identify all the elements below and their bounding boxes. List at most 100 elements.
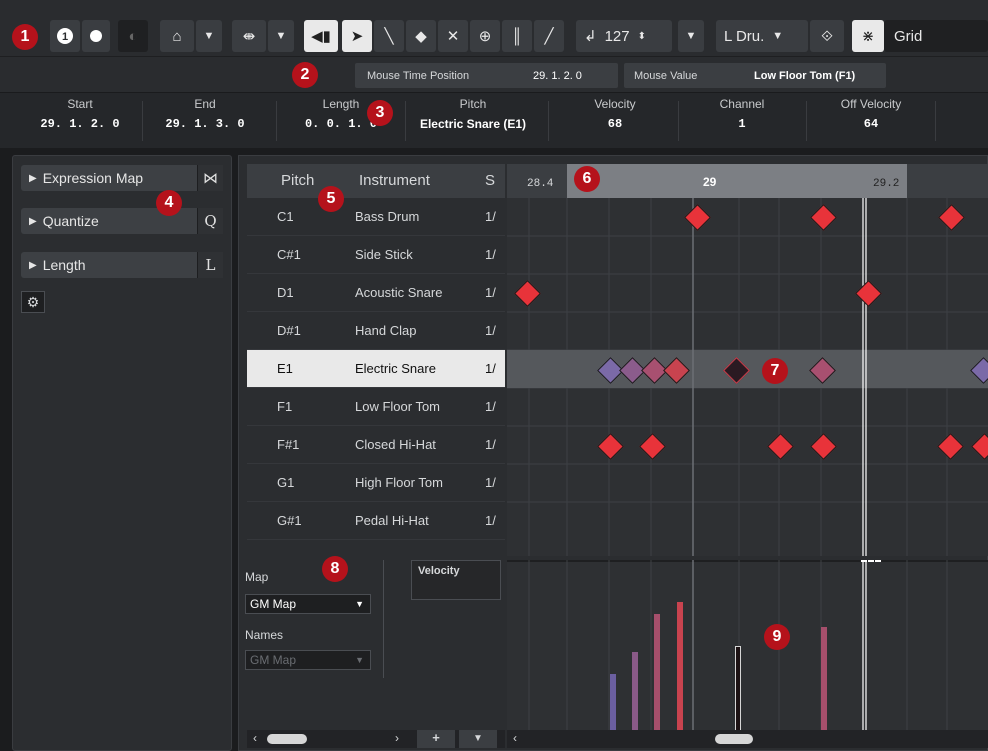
- velocity-bar-selected[interactable]: [735, 646, 741, 732]
- drum-row[interactable]: C1 Bass Drum 1/: [247, 198, 505, 236]
- list-scrollbar[interactable]: ‹ › + ▼: [247, 730, 505, 748]
- controller-lane-settings: Map GM Map ▼ Names GM Map ▼ Velocity: [239, 556, 507, 728]
- row-instrument: Acoustic Snare: [355, 285, 443, 300]
- row-pitch: C#1: [277, 247, 301, 262]
- mute-tool[interactable]: ✕: [438, 20, 468, 52]
- start-value: 29. 1. 2. 0: [40, 117, 120, 131]
- velocity-lane-selector[interactable]: Velocity: [411, 560, 501, 600]
- row-instrument: Hand Clap: [355, 323, 417, 338]
- scroll-thumb[interactable]: [267, 734, 307, 744]
- one-circle-icon: 1: [57, 28, 73, 44]
- row-snap: 1/: [485, 475, 496, 490]
- callout-badge-3: 3: [367, 100, 393, 126]
- names-select[interactable]: GM Map ▼: [245, 650, 371, 670]
- length-quantize-dropdown[interactable]: L Dru. ▼: [716, 20, 808, 52]
- auto-scroll-dropdown[interactable]: ▼: [268, 20, 294, 52]
- scroll-left-icon: ‹: [253, 731, 257, 745]
- speaker-icon: ◀▮: [311, 28, 331, 45]
- draw-tool[interactable]: ╲: [374, 20, 404, 52]
- end-field[interactable]: End 29. 1. 3. 0: [150, 97, 260, 141]
- erase-tool[interactable]: ◆: [406, 20, 436, 52]
- object-selection-tool[interactable]: ➤: [342, 20, 372, 52]
- velocity-field[interactable]: Velocity 68: [555, 97, 675, 141]
- divider: [806, 101, 807, 141]
- record-icon: [90, 30, 102, 42]
- toolbar: 1 ◐ ⌂ ▼ ⇼ ▼ ◀▮ ➤ ╲ ◆ ✕ ⊕ ║ ╱ ↲ 127 ⬍ ▼ L…: [0, 0, 988, 56]
- quantize-apply-button[interactable]: ⟐: [810, 20, 844, 52]
- instrument-column-header[interactable]: Instrument: [359, 172, 430, 189]
- grid-label: Grid: [894, 27, 923, 45]
- channel-field[interactable]: Channel 1: [682, 97, 802, 141]
- mouse-value-chip: Mouse Value Low Floor Tom (F1): [624, 63, 886, 88]
- length-key[interactable]: L: [197, 252, 223, 278]
- acoustic-feedback-button[interactable]: ◀▮: [304, 20, 338, 52]
- start-label: Start: [67, 97, 93, 111]
- solo-button[interactable]: ◐: [118, 20, 148, 52]
- drum-row[interactable]: G1 High Floor Tom 1/: [247, 464, 505, 502]
- channel-label: Channel: [719, 97, 765, 111]
- pitch-column-header[interactable]: Pitch: [281, 172, 314, 189]
- drum-row-selected[interactable]: E1 Electric Snare 1/: [247, 350, 505, 388]
- callout-badge-7: 7: [762, 358, 788, 384]
- velocity-bar[interactable]: [677, 602, 683, 732]
- record-button[interactable]: [82, 20, 110, 52]
- add-lane-button[interactable]: +: [417, 730, 455, 748]
- length-section[interactable]: ▶ Length L: [21, 252, 223, 278]
- row-instrument: Pedal Hi-Hat: [355, 513, 429, 528]
- insert-velocity-field[interactable]: ↲ 127 ⬍: [576, 20, 672, 52]
- drum-row[interactable]: D1 Acoustic Snare 1/: [247, 274, 505, 312]
- dropdown-arrow-icon: ▼: [203, 30, 215, 42]
- off-velocity-label: Off Velocity: [840, 97, 902, 111]
- lane-presets-button[interactable]: ▼: [459, 730, 497, 748]
- edit-mode-dropdown[interactable]: ▼: [196, 20, 222, 52]
- bars-icon: ║: [511, 27, 523, 45]
- velocity-lane-label: Velocity: [418, 565, 460, 577]
- scroll-thumb[interactable]: [715, 734, 753, 744]
- eraser-icon: ◆: [415, 28, 427, 45]
- activate-project-button[interactable]: 1: [50, 20, 80, 52]
- snap-toggle[interactable]: ⋇: [852, 20, 884, 52]
- drum-row[interactable]: C#1 Side Stick 1/: [247, 236, 505, 274]
- drumstick-tool[interactable]: ║: [502, 20, 532, 52]
- callout-badge-1: 1: [12, 24, 38, 50]
- row-snap: 1/: [485, 361, 496, 376]
- start-field[interactable]: Start 29. 1. 2. 0: [30, 97, 130, 141]
- inspector-settings-button[interactable]: ⚙: [21, 291, 45, 313]
- line-tool[interactable]: ╱: [534, 20, 564, 52]
- event-scrollbar[interactable]: ‹: [507, 730, 988, 748]
- pitch-field[interactable]: Pitch Electric Snare (E1): [408, 97, 538, 141]
- drum-row[interactable]: D#1 Hand Clap 1/: [247, 312, 505, 350]
- snap-type-dropdown[interactable]: Grid: [884, 20, 988, 52]
- line-icon: ╲: [384, 28, 394, 45]
- drum-row[interactable]: F1 Low Floor Tom 1/: [247, 388, 505, 426]
- expression-map-section[interactable]: ▶ Expression Map ⋈: [21, 165, 223, 191]
- quantize-section[interactable]: ▶ Quantize Q: [21, 208, 223, 234]
- off-velocity-field[interactable]: Off Velocity 64: [810, 97, 932, 141]
- scroll-right-icon: ›: [395, 731, 399, 745]
- velocity-bar[interactable]: [632, 652, 638, 732]
- auto-scroll-button[interactable]: ⇼: [232, 20, 266, 52]
- map-select[interactable]: GM Map ▼: [245, 594, 371, 614]
- quantize-key[interactable]: Q: [197, 208, 223, 234]
- split-arrows-icon: ⇼: [242, 28, 256, 45]
- row-instrument: Bass Drum: [355, 209, 420, 224]
- drum-row[interactable]: G#1 Pedal Hi-Hat 1/: [247, 502, 505, 540]
- drum-row[interactable]: F#1 Closed Hi-Hat 1/: [247, 426, 505, 464]
- mouse-value: Low Floor Tom (F1): [754, 69, 856, 82]
- pitch-value: Electric Snare (E1): [419, 117, 527, 131]
- row-instrument: Closed Hi-Hat: [355, 437, 436, 452]
- velocity-dropdown[interactable]: ▼: [678, 20, 704, 52]
- event-display[interactable]: 28.4 29 29.2: [507, 164, 988, 556]
- ruler-mark: 28.4: [527, 178, 554, 190]
- velocity-bar[interactable]: [654, 614, 660, 732]
- edit-mode-button[interactable]: ⌂: [160, 20, 194, 52]
- zoom-tool[interactable]: ⊕: [470, 20, 500, 52]
- mouse-time-label: Mouse Time Position: [367, 69, 470, 82]
- dropdown-arrow-icon: ▼: [473, 733, 483, 744]
- expression-map-icon[interactable]: ⋈: [197, 165, 223, 191]
- velocity-bar[interactable]: [610, 674, 616, 732]
- velocity-bar[interactable]: [821, 627, 827, 732]
- velocity-lane[interactable]: [507, 560, 988, 732]
- snap-column-header[interactable]: S: [485, 172, 495, 189]
- callout-badge-8: 8: [322, 556, 348, 582]
